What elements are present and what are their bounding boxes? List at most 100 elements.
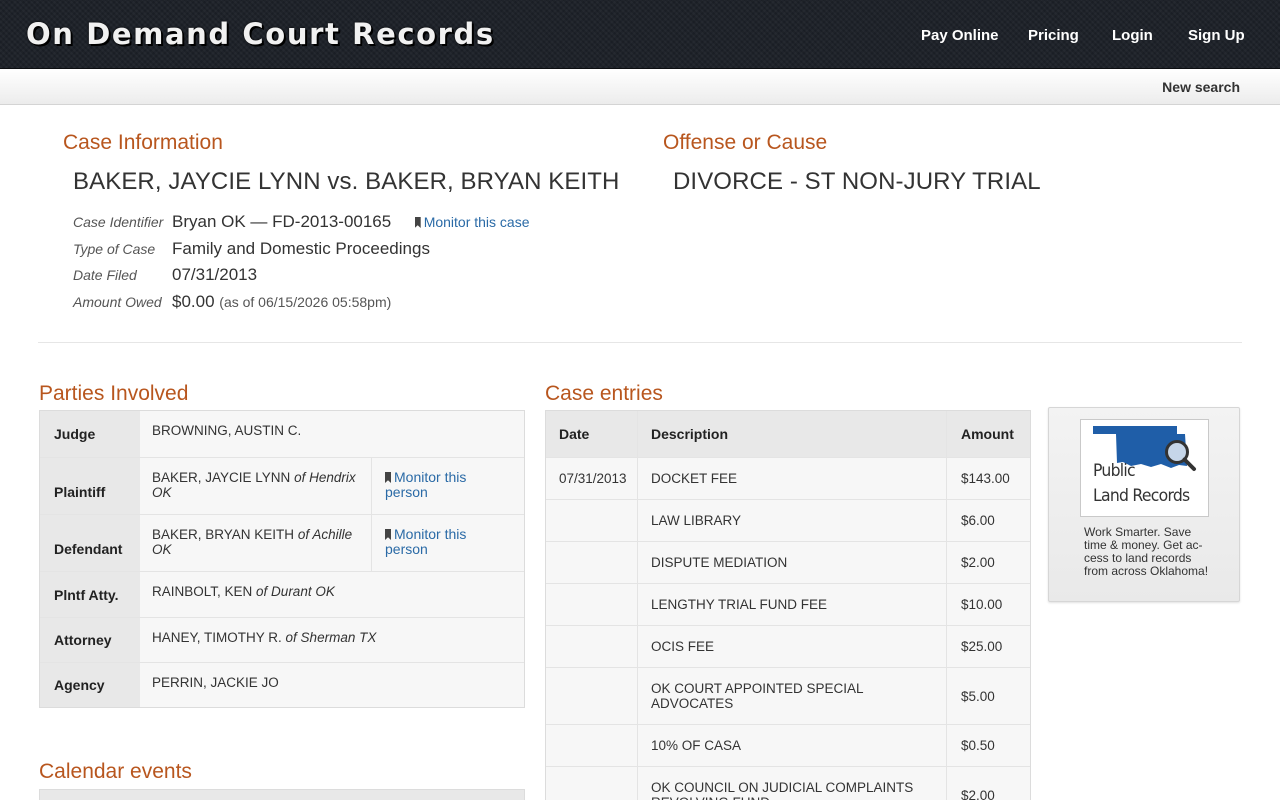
monitor-case-link[interactable]: Monitor this case xyxy=(414,214,530,230)
public-land-records-logo[interactable]: Public Land Records xyxy=(1080,419,1209,517)
sub-toolbar: New search xyxy=(0,69,1280,105)
nav-login[interactable]: Login xyxy=(1112,27,1153,44)
entry-amount: $0.50 xyxy=(961,738,995,753)
column-header-amount[interactable]: Amount xyxy=(947,411,1030,457)
offense-title: DIVORCE - ST NON-JURY TRIAL xyxy=(673,168,1041,195)
entry-date: 07/31/2013 xyxy=(546,458,638,499)
table-row: LENGTHY TRIAL FUND FEE $10.00 xyxy=(546,583,1030,625)
entry-amount: $2.00 xyxy=(961,555,995,570)
entry-date xyxy=(546,767,638,800)
entry-description: LAW LIBRARY xyxy=(638,500,947,541)
nav-pricing[interactable]: Pricing xyxy=(1028,27,1079,44)
party-row-plaintiff-attorney: Plntf Atty. RAINBOLT, KEN of Durant OK xyxy=(40,571,524,617)
public-land-records-ad[interactable]: Public Land Records Work Smarter. Save t… xyxy=(1048,407,1240,602)
case-info-heading: Case Information xyxy=(63,131,223,154)
ad-logo-line1: Public xyxy=(1093,461,1136,481)
monitor-case-label: Monitor this case xyxy=(423,214,530,230)
entry-description: 10% OF CASA xyxy=(638,725,947,766)
site-logo[interactable]: On Demand Court Records xyxy=(26,17,495,51)
party-role: Agency xyxy=(40,663,140,707)
entries-table: Date Description Amount 07/31/2013 DOCKE… xyxy=(545,410,1031,800)
entry-amount: $6.00 xyxy=(961,513,995,528)
entry-date xyxy=(546,725,638,766)
offense-heading: Offense or Cause xyxy=(663,131,828,154)
amount-owed-asof: (as of 06/15/2026 05:58pm) xyxy=(219,294,392,310)
parties-heading: Parties Involved xyxy=(39,382,189,405)
party-name[interactable]: RAINBOLT, KEN xyxy=(152,584,252,599)
date-filed-label: Date Filed xyxy=(73,267,137,283)
site-header: On Demand Court Records Pay Online Prici… xyxy=(0,0,1280,69)
amount-owed-amount: $0.00 xyxy=(172,292,215,311)
entry-description: OK COUNCIL ON JUDICIAL COMPLAINTS REVOLV… xyxy=(638,767,947,800)
parties-table: Judge BROWNING, AUSTIN C. Plaintiff BAKE… xyxy=(39,410,525,708)
entry-amount: $25.00 xyxy=(961,639,1003,654)
table-row: OCIS FEE $25.00 xyxy=(546,625,1030,667)
column-header-date[interactable]: Date xyxy=(546,411,638,457)
section-divider xyxy=(38,342,1242,343)
party-name[interactable]: PERRIN, JACKIE JO xyxy=(152,675,279,690)
case-identifier-label: Case Identifier xyxy=(73,214,164,230)
entry-date xyxy=(546,668,638,724)
party-role: Plntf Atty. xyxy=(40,572,140,617)
case-type-value: Family and Domestic Proceedings xyxy=(172,239,430,258)
party-name-cell: BAKER, BRYAN KEITH of Achille OK xyxy=(140,515,371,571)
ad-text: Work Smarter. Save time & money. Get ac-… xyxy=(1084,525,1209,578)
party-location: of Sherman TX xyxy=(285,630,377,645)
nav-pay-online[interactable]: Pay Online xyxy=(921,27,999,44)
case-title: BAKER, JAYCIE LYNN vs. BAKER, BRYAN KEIT… xyxy=(73,168,620,195)
party-role: Defendant xyxy=(40,515,140,571)
party-row-defendant: Defendant BAKER, BRYAN KEITH of Achille … xyxy=(40,514,524,571)
party-name[interactable]: BAKER, BRYAN KEITH xyxy=(152,527,294,542)
party-name-cell: RAINBOLT, KEN of Durant OK xyxy=(140,572,524,617)
entry-description: DISPUTE MEDIATION xyxy=(638,542,947,583)
case-identifier-value: Bryan OK — FD-2013-00165 Monitor this ca… xyxy=(172,212,530,232)
party-location: of Durant OK xyxy=(256,584,335,599)
party-name-cell: BAKER, JAYCIE LYNN of Hendrix OK xyxy=(140,458,371,514)
party-name[interactable]: HANEY, TIMOTHY R. xyxy=(152,630,282,645)
party-name-cell: PERRIN, JACKIE JO xyxy=(140,663,524,707)
case-type-label: Type of Case xyxy=(73,241,156,257)
entry-date xyxy=(546,584,638,625)
bookmark-icon xyxy=(385,529,391,540)
table-row: DISPUTE MEDIATION $2.00 xyxy=(546,541,1030,583)
table-row: 07/31/2013 DOCKET FEE $143.00 xyxy=(546,457,1030,499)
entry-date xyxy=(546,542,638,583)
entry-date xyxy=(546,626,638,667)
column-header-description[interactable]: Description xyxy=(638,411,947,457)
date-filed-value: 07/31/2013 xyxy=(172,265,258,284)
party-row-judge: Judge BROWNING, AUSTIN C. xyxy=(40,411,524,457)
entries-heading: Case entries xyxy=(545,382,663,405)
entry-description: DOCKET FEE xyxy=(638,458,947,499)
party-name[interactable]: BAKER, JAYCIE LYNN xyxy=(152,470,290,485)
party-name-cell: HANEY, TIMOTHY R. of Sherman TX xyxy=(140,618,524,662)
table-row: 10% OF CASA $0.50 xyxy=(546,724,1030,766)
bookmark-icon xyxy=(385,472,391,483)
entry-amount: $10.00 xyxy=(961,597,1003,612)
entry-description: OK COURT APPOINTED SPECIAL ADVOCATES xyxy=(638,668,947,724)
party-role: Attorney xyxy=(40,618,140,662)
case-identifier-text: Bryan OK — FD-2013-00165 xyxy=(172,212,392,231)
party-row-attorney: Attorney HANEY, TIMOTHY R. of Sherman TX xyxy=(40,617,524,662)
entry-description: OCIS FEE xyxy=(638,626,947,667)
monitor-person-link[interactable]: Monitor this person xyxy=(371,458,524,514)
monitor-person-link[interactable]: Monitor this person xyxy=(371,515,524,571)
amount-owed-value: $0.00 (as of 06/15/2026 05:58pm) xyxy=(172,292,391,312)
table-row: OK COUNCIL ON JUDICIAL COMPLAINTS REVOLV… xyxy=(546,766,1030,800)
table-row: OK COURT APPOINTED SPECIAL ADVOCATES $5.… xyxy=(546,667,1030,724)
table-row: LAW LIBRARY $6.00 xyxy=(546,499,1030,541)
party-role: Judge xyxy=(40,411,140,457)
bookmark-icon xyxy=(414,217,421,228)
party-row-plaintiff: Plaintiff BAKER, JAYCIE LYNN of Hendrix … xyxy=(40,457,524,514)
calendar-table-header xyxy=(39,789,525,800)
nav-sign-up[interactable]: Sign Up xyxy=(1188,27,1245,44)
party-name[interactable]: BROWNING, AUSTIN C. xyxy=(152,423,301,438)
ad-logo-line2: Land Records xyxy=(1093,486,1190,506)
new-search-link[interactable]: New search xyxy=(1162,79,1240,95)
entries-header-row: Date Description Amount xyxy=(546,411,1030,457)
party-name-cell: BROWNING, AUSTIN C. xyxy=(140,411,524,457)
amount-owed-label: Amount Owed xyxy=(73,294,162,310)
calendar-heading: Calendar events xyxy=(39,760,192,783)
monitor-person-label: Monitor this person xyxy=(385,526,467,557)
entry-description: LENGTHY TRIAL FUND FEE xyxy=(638,584,947,625)
entry-amount: $143.00 xyxy=(961,471,1010,486)
